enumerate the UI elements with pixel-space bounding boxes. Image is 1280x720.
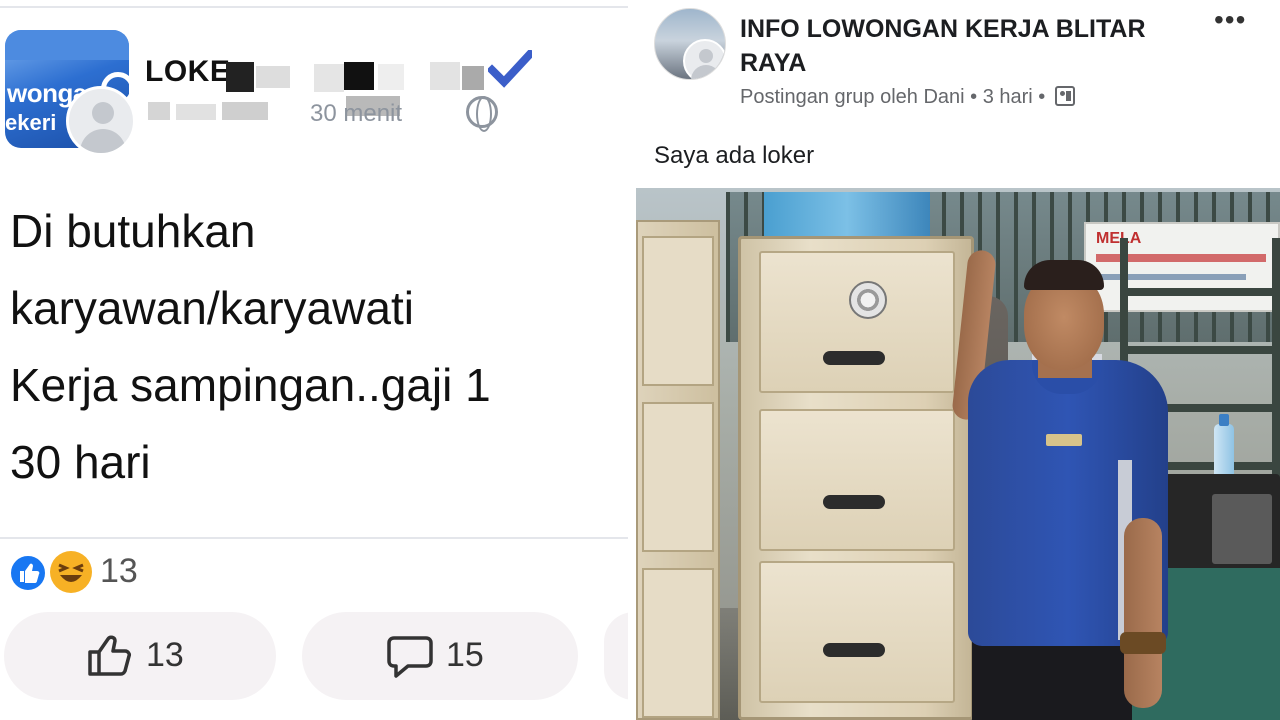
post-caption: Saya ada loker [654,142,815,169]
post-photo[interactable]: MELA [636,188,1280,720]
filing-cabinet [636,220,720,720]
post-meta-text: Postingan grup oleh Dani • 3 hari • [740,86,1046,108]
profile-avatar-icon [683,39,725,79]
post-body-line: Kerja sampingan..gaji 1 [10,359,491,411]
more-options-icon[interactable]: ••• [1214,4,1246,36]
group-icon [1054,86,1075,106]
group-avatar[interactable] [654,8,726,80]
profile-avatar-icon[interactable] [66,86,136,156]
share-button[interactable] [604,612,628,700]
post-body-line: karyawan/karyawati [10,282,414,334]
post-body: Di butuhkan karyawan/karyawati Kerja sam… [10,193,491,501]
post-body-line: Di butuhkan [10,205,256,257]
filing-cabinet [738,236,974,720]
avatar-sign-text: ekeri [5,110,57,135]
verified-badge-icon [488,50,532,88]
thumbs-up-icon [88,635,131,676]
post-meta: Postingan grup oleh Dani • 3 hari • [740,86,1075,109]
cabinet-lock [849,281,887,319]
divider [0,537,628,539]
page-name[interactable]: LOKE [145,55,230,89]
post-body-line: 30 hari [10,436,151,488]
reactions-count[interactable]: 13 [100,552,138,591]
group-name[interactable]: INFO LOWONGAN KERJA BLITAR RAYA [740,12,1200,80]
right-post-card: INFO LOWONGAN KERJA BLITAR RAYA ••• Post… [636,0,1280,720]
like-reaction-icon[interactable] [8,553,48,593]
comment-button[interactable]: 15 [302,612,578,700]
haha-reaction-icon[interactable] [50,551,92,593]
wristwatch [1120,632,1166,654]
left-post-card: wongan ekeri LOKE 30 menit Di butuhkan k… [0,0,628,720]
comment-count: 15 [446,636,484,674]
post-time: 30 menit [310,100,403,127]
like-button[interactable]: 13 [4,612,276,700]
comment-bubble-icon [387,636,433,678]
globe-icon [466,96,498,132]
like-count: 13 [146,636,184,674]
divider [0,6,628,8]
person-cap [1024,260,1104,290]
